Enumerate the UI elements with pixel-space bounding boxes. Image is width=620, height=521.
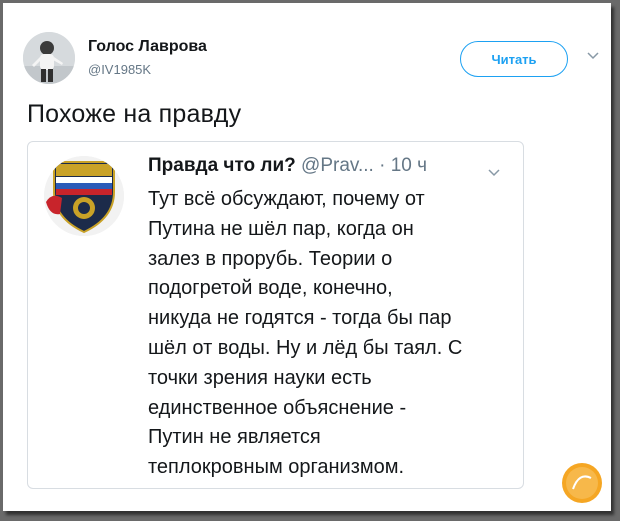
author-avatar-image <box>23 32 75 84</box>
tweet-card: Голос Лаврова @IV1985K Читать Похоже на … <box>3 3 611 511</box>
author-handle[interactable]: @IV1985K <box>88 62 151 77</box>
quoted-text-line: залез в прорубь. Теории о <box>148 247 393 270</box>
quoted-text-line: подогретой воде, конечно, <box>148 277 393 300</box>
chevron-down-icon[interactable] <box>587 52 599 60</box>
quoted-timestamp[interactable]: 10 ч <box>391 155 427 176</box>
quoted-avatar[interactable] <box>44 156 124 236</box>
quoted-avatar-emblem <box>44 156 124 236</box>
quoted-text-line: шёл от воды. Ну и лёд бы таял. С <box>148 336 463 359</box>
quoted-text-line: единственное объяснение - <box>148 396 407 419</box>
author-avatar[interactable] <box>23 32 75 84</box>
quoted-separator: · <box>379 155 386 176</box>
quoted-text-line: Путина не шёл пар, когда он <box>148 217 414 240</box>
quoted-text-line: теплокровным организмом. <box>148 456 405 479</box>
follow-button[interactable]: Читать <box>460 41 568 77</box>
quoted-text-line: точки зрения науки есть <box>148 366 372 389</box>
quoted-handle[interactable]: @Prav... <box>301 155 374 176</box>
quoted-text: Тут всё обсуждают, почему от Путина не ш… <box>148 185 462 483</box>
quoted-chevron-down-icon[interactable] <box>488 169 500 177</box>
watermark-logo <box>562 463 602 503</box>
tweet-text: Похоже на правду <box>27 100 242 128</box>
quoted-header: Правда что ли? @Prav... · 10 ч <box>148 155 427 177</box>
quoted-tweet[interactable]: Правда что ли? @Prav... · 10 ч Тут всё о… <box>27 141 524 489</box>
quoted-text-line: Путин не является <box>148 426 321 449</box>
quoted-text-line: никуда не годятся - тогда бы пар <box>148 307 452 330</box>
quoted-name[interactable]: Правда что ли? <box>148 155 296 176</box>
quoted-text-line: Тут всё обсуждают, почему от <box>148 188 425 210</box>
author-name[interactable]: Голос Лаврова <box>88 38 207 56</box>
